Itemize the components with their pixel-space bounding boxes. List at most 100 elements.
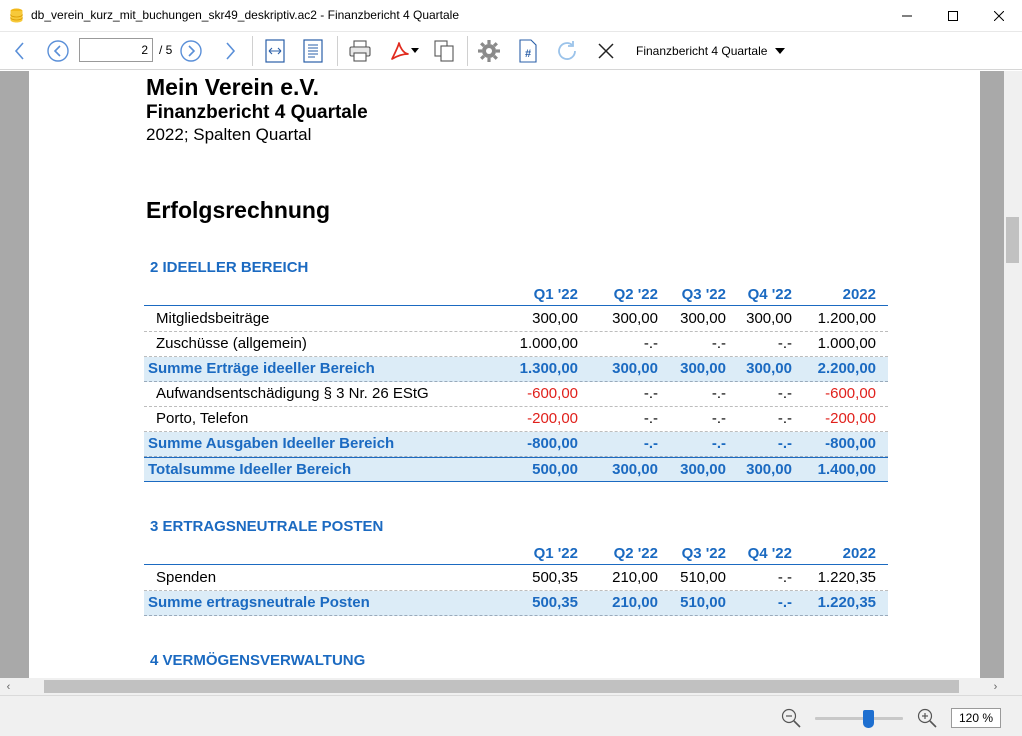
next-page-button[interactable] bbox=[177, 37, 205, 65]
cell-q1: 300,00 bbox=[532, 310, 578, 327]
row-label: Mitgliedsbeiträge bbox=[156, 310, 270, 327]
table-row: Aufwandsentschädigung § 3 Nr. 26 EStG -60… bbox=[144, 382, 888, 407]
chevron-left-icon bbox=[14, 42, 24, 60]
fit-width-button[interactable] bbox=[261, 37, 289, 65]
fit-page-button[interactable] bbox=[299, 37, 327, 65]
row-label: Zuschüsse (allgemein) bbox=[156, 335, 307, 352]
cell-q4: 300,00 bbox=[746, 310, 792, 327]
report-page: Mein Verein e.V. Finanzbericht 4 Quartal… bbox=[29, 71, 980, 678]
title-bar: db_verein_kurz_mit_buchungen_skr49_deskr… bbox=[0, 0, 1022, 32]
export-pdf-button[interactable] bbox=[384, 37, 424, 65]
cell-q1: 500,35 bbox=[532, 594, 578, 611]
cell-q4: -.- bbox=[777, 435, 792, 452]
vertical-scroll-thumb[interactable] bbox=[1006, 217, 1019, 263]
print-button[interactable] bbox=[346, 37, 374, 65]
cell-q1: -800,00 bbox=[527, 435, 578, 452]
cell-q3: -.- bbox=[711, 435, 726, 452]
close-icon bbox=[598, 43, 614, 59]
zoom-slider-track[interactable] bbox=[815, 717, 903, 720]
table-row: Porto, Telefon -200,00 -.- -.- -.- -200,00 bbox=[144, 407, 888, 432]
toolbar-separator bbox=[467, 36, 468, 66]
cell-q1: -600,00 bbox=[527, 385, 578, 402]
scroll-left-arrow-icon[interactable]: ‹ bbox=[0, 678, 17, 695]
horizontal-scroll-thumb[interactable] bbox=[44, 680, 959, 693]
hash-document-icon: # bbox=[519, 39, 537, 63]
chevron-right-icon bbox=[226, 42, 236, 60]
group-title: 4 VERMÖGENSVERWALTUNG bbox=[150, 652, 366, 669]
page-number-input[interactable]: 2 bbox=[79, 38, 153, 62]
cell-q2: -.- bbox=[643, 435, 658, 452]
cell-q3: -.- bbox=[711, 335, 726, 352]
zoom-in-icon[interactable] bbox=[916, 707, 938, 729]
report-title: Finanzbericht 4 Quartale bbox=[146, 102, 368, 123]
copy-icon bbox=[434, 40, 454, 62]
subtotal-row: Summe Ausgaben Ideeller Bereich -800,00 -.… bbox=[144, 432, 888, 457]
cell-q2: -.- bbox=[643, 385, 658, 402]
maximize-icon bbox=[948, 11, 958, 21]
report-selector-label: Finanzbericht 4 Quartale bbox=[636, 44, 768, 58]
vertical-scrollbar[interactable] bbox=[1004, 71, 1022, 678]
horizontal-scrollbar[interactable]: ‹ › bbox=[0, 678, 1004, 695]
zoom-value[interactable]: 120 % bbox=[951, 708, 1001, 728]
column-header-q4: Q4 '22 bbox=[747, 545, 792, 562]
page-view-icon bbox=[303, 39, 323, 63]
copy-button[interactable] bbox=[430, 37, 458, 65]
forward-button[interactable] bbox=[216, 37, 244, 65]
column-header-q1: Q1 '22 bbox=[533, 545, 578, 562]
cell-year: -600,00 bbox=[825, 385, 876, 402]
close-window-button[interactable] bbox=[976, 0, 1022, 32]
close-report-button[interactable] bbox=[592, 37, 620, 65]
column-header-q3: Q3 '22 bbox=[681, 545, 726, 562]
cell-q2: -.- bbox=[643, 410, 658, 427]
back-button[interactable] bbox=[6, 37, 34, 65]
cell-q2: 210,00 bbox=[612, 594, 658, 611]
close-icon bbox=[994, 11, 1004, 21]
cell-year: -200,00 bbox=[825, 410, 876, 427]
toolbar-separator bbox=[337, 36, 338, 66]
cell-q3: 510,00 bbox=[680, 569, 726, 586]
table-row: Mitgliedsbeiträge 300,00 300,00 300,00 300,0… bbox=[144, 307, 888, 332]
previous-page-button[interactable] bbox=[44, 37, 72, 65]
row-label: Summe Erträge ideeller Bereich bbox=[148, 360, 375, 377]
maximize-button[interactable] bbox=[930, 0, 976, 32]
cell-q2: 300,00 bbox=[612, 360, 658, 377]
cell-q4: -.- bbox=[777, 594, 792, 611]
cell-q1: -200,00 bbox=[527, 410, 578, 427]
report-subtitle: 2022; Spalten Quartal bbox=[146, 125, 312, 144]
zoom-slider-thumb[interactable] bbox=[862, 710, 874, 728]
document-viewport[interactable]: Mein Verein e.V. Finanzbericht 4 Quartal… bbox=[0, 71, 1004, 678]
row-label: Spenden bbox=[156, 569, 217, 586]
cell-q4: 300,00 bbox=[746, 360, 792, 377]
scroll-right-arrow-icon[interactable]: › bbox=[987, 678, 1004, 695]
cell-q1: 500,35 bbox=[532, 569, 578, 586]
dropdown-arrow-icon bbox=[411, 48, 419, 53]
window-title: db_verein_kurz_mit_buchungen_skr49_deskr… bbox=[31, 8, 460, 22]
settings-button[interactable] bbox=[475, 37, 503, 65]
minimize-button[interactable] bbox=[884, 0, 930, 32]
group-title: 2 IDEELLER BEREICH bbox=[150, 259, 309, 276]
report-selector[interactable]: Finanzbericht 4 Quartale bbox=[630, 38, 791, 64]
cell-q3: -.- bbox=[711, 410, 726, 427]
column-header-q4: Q4 '22 bbox=[747, 286, 792, 303]
zoom-out-icon[interactable] bbox=[780, 707, 802, 729]
cell-q3: 300,00 bbox=[680, 360, 726, 377]
column-header-q2: Q2 '22 bbox=[613, 286, 658, 303]
cell-q4: 300,00 bbox=[746, 461, 792, 478]
cell-q2: -.- bbox=[643, 335, 658, 352]
cell-q2: 210,00 bbox=[612, 569, 658, 586]
cell-q4: -.- bbox=[777, 410, 792, 427]
refresh-button[interactable] bbox=[553, 37, 581, 65]
column-header-row: Q1 '22 Q2 '22 Q3 '22 Q4 '22 2022 bbox=[144, 284, 888, 306]
pdf-icon bbox=[391, 42, 409, 60]
column-header-q3: Q3 '22 bbox=[681, 286, 726, 303]
cell-q1: 1.300,00 bbox=[519, 360, 578, 377]
circle-chevron-left-icon bbox=[47, 40, 69, 62]
subtotal-row: Summe ertragsneutrale Posten 500,35 210,00… bbox=[144, 591, 888, 616]
column-header-q1: Q1 '22 bbox=[533, 286, 578, 303]
table-row: Zuschüsse (allgemein) 1.000,00 -.- -.- -.- 1.… bbox=[144, 332, 888, 357]
cell-q1: 1.000,00 bbox=[519, 335, 578, 352]
cell-q4: -.- bbox=[777, 335, 792, 352]
numbering-button[interactable]: # bbox=[514, 37, 542, 65]
cell-q3: 300,00 bbox=[680, 461, 726, 478]
cell-q4: -.- bbox=[777, 569, 792, 586]
